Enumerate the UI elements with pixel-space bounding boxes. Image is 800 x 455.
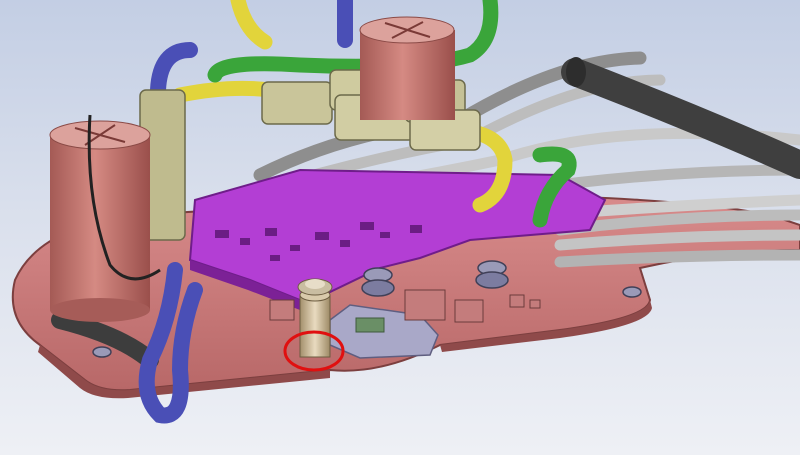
capacitor-top[interactable] (359, 16, 455, 120)
capacitor-left[interactable] (49, 120, 151, 322)
dark-hose-end (566, 57, 586, 87)
dark-hose[interactable] (561, 58, 800, 179)
standoff-spacer[interactable] (297, 278, 333, 358)
sensor-chip (355, 317, 385, 333)
cad-viewport[interactable] (0, 0, 800, 455)
assembly-render[interactable] (0, 0, 800, 455)
